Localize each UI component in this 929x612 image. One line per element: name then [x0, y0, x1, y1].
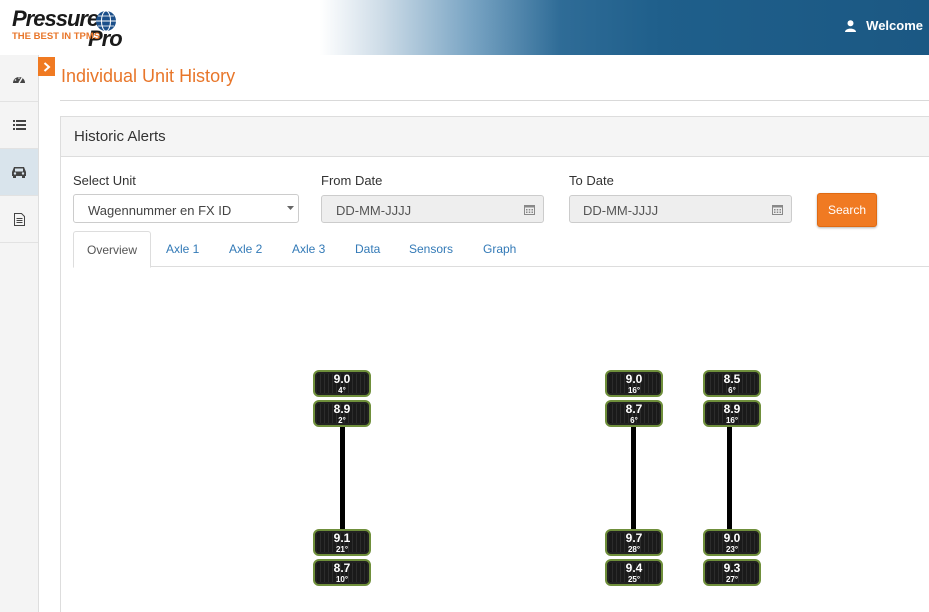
dashboard-icon: [13, 76, 25, 83]
search-button[interactable]: Search: [817, 193, 877, 227]
tab-sensors[interactable]: Sensors: [409, 231, 453, 267]
tab-axle-1[interactable]: Axle 1: [166, 231, 199, 267]
to-date-input[interactable]: DD-MM-JJJJ: [569, 195, 792, 223]
tire-pressure: 9.4: [625, 561, 643, 575]
tire-temperature: 10°: [335, 575, 349, 584]
tire-pressure: 9.0: [723, 531, 741, 545]
tire[interactable]: 9.1 21°: [313, 529, 371, 556]
calendar-icon[interactable]: [772, 204, 783, 215]
tire-temperature: 28°: [627, 545, 641, 554]
tire-temperature: 16°: [725, 416, 739, 425]
sidebar-item-list[interactable]: [0, 102, 38, 149]
tire-pressure: 9.0: [625, 372, 643, 386]
tire[interactable]: 9.0 23°: [703, 529, 761, 556]
list-icon: [12, 120, 26, 130]
tire-temperature: 4°: [338, 386, 346, 395]
tire-pressure: 9.1: [333, 531, 351, 545]
tire[interactable]: 9.7 28°: [605, 529, 663, 556]
welcome-menu[interactable]: Welcome: [845, 18, 923, 33]
unit-select-value: Wagennummer en FX ID: [88, 203, 232, 218]
tire-pressure: 9.3: [723, 561, 741, 575]
tab-bar: Overview Axle 1 Axle 2 Axle 3 Data Senso…: [73, 231, 929, 268]
top-header: Pressure Pro THE BEST IN TPMS Welcome: [0, 0, 929, 55]
calendar-icon[interactable]: [524, 204, 535, 215]
tire-temperature: 23°: [725, 545, 739, 554]
from-date-input[interactable]: DD-MM-JJJJ: [321, 195, 544, 223]
chevron-right-icon: [43, 61, 51, 72]
tire[interactable]: 9.4 25°: [605, 559, 663, 586]
tire-pressure: 9.0: [333, 372, 351, 386]
from-date-placeholder: DD-MM-JJJJ: [336, 203, 412, 218]
to-date-placeholder: DD-MM-JJJJ: [583, 203, 659, 218]
unit-label: Select Unit: [73, 173, 136, 188]
tab-axle-2[interactable]: Axle 2: [229, 231, 262, 267]
tire-temperature: 2°: [338, 416, 346, 425]
car-icon: [12, 167, 26, 178]
unit-select[interactable]: Wagennummer en FX ID: [73, 194, 299, 223]
sidebar-item-reports[interactable]: [0, 196, 38, 243]
tire-temperature: 21°: [335, 545, 349, 554]
user-icon: [845, 19, 857, 32]
sidebar-item-dashboard[interactable]: [0, 55, 38, 102]
page-title: Individual Unit History: [61, 66, 236, 86]
historic-alerts-panel: Historic Alerts: [60, 116, 929, 612]
tire[interactable]: 8.7 10°: [313, 559, 371, 586]
tire[interactable]: 8.9 16°: [703, 400, 761, 427]
tire-temperature: 16°: [627, 386, 641, 395]
divider: [60, 100, 929, 101]
from-date-label: From Date: [321, 173, 383, 188]
sidebar-toggle-button[interactable]: [38, 57, 55, 76]
tab-data[interactable]: Data: [355, 231, 380, 267]
tire-pressure: 8.9: [333, 402, 351, 416]
left-sidebar: [0, 55, 39, 612]
tire-pressure: 8.9: [723, 402, 741, 416]
axle-shaft: [631, 425, 636, 535]
axle-shaft: [727, 425, 732, 535]
tire[interactable]: 8.9 2°: [313, 400, 371, 427]
caret-down-icon: [287, 206, 294, 210]
logo-name-part1: Pressure: [12, 6, 99, 31]
tire[interactable]: 8.5 6°: [703, 370, 761, 397]
pressurepro-logo[interactable]: Pressure Pro THE BEST IN TPMS: [8, 6, 148, 52]
logo-tagline: THE BEST IN TPMS: [12, 31, 101, 42]
tab-graph[interactable]: Graph: [483, 231, 516, 267]
tire-pressure: 8.7: [625, 402, 643, 416]
tab-overview[interactable]: Overview: [73, 231, 152, 268]
tire-temperature: 6°: [630, 416, 638, 425]
sidebar-item-units[interactable]: [0, 149, 38, 196]
tire[interactable]: 9.3 27°: [703, 559, 761, 586]
axle-shaft: [340, 425, 345, 535]
tire-pressure: 9.7: [625, 531, 643, 545]
tire-temperature: 6°: [728, 386, 736, 395]
tab-axle-3[interactable]: Axle 3: [292, 231, 325, 267]
tire-pressure: 8.5: [723, 372, 741, 386]
welcome-text: Welcome: [866, 18, 923, 33]
to-date-label: To Date: [569, 173, 614, 188]
tire[interactable]: 8.7 6°: [605, 400, 663, 427]
document-icon: [13, 212, 25, 226]
tire[interactable]: 9.0 16°: [605, 370, 663, 397]
tire-pressure: 8.7: [333, 561, 351, 575]
tire-temperature: 27°: [725, 575, 739, 584]
panel-title: Historic Alerts: [61, 117, 929, 157]
tire-temperature: 25°: [627, 575, 641, 584]
tire[interactable]: 9.0 4°: [313, 370, 371, 397]
